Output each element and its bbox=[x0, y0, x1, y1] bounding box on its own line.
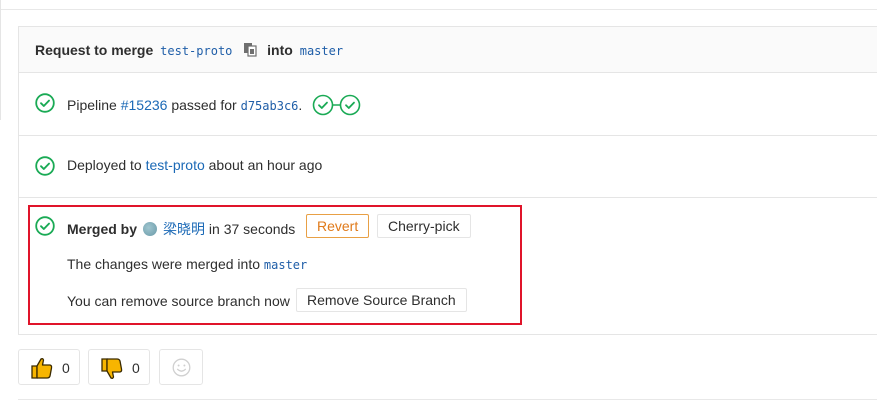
side-divider bbox=[0, 0, 1, 120]
clipboard-icon[interactable] bbox=[243, 42, 257, 60]
commit-link[interactable]: d75ab3c6 bbox=[241, 99, 299, 113]
merge-title-prefix: Request to merge bbox=[35, 42, 154, 58]
deploy-prefix: Deployed to bbox=[67, 157, 142, 173]
pipeline-row: Pipeline #15236 passed for d75ab3c6. bbox=[19, 73, 877, 136]
merged-by-text: Merged by 梁晓明 in 37 seconds bbox=[67, 219, 295, 239]
smiley-icon bbox=[172, 358, 191, 380]
pipeline-link[interactable]: #15236 bbox=[121, 97, 168, 113]
changes-merged-label: The changes were merged into bbox=[67, 256, 260, 272]
merge-title-into: into bbox=[267, 42, 293, 58]
check-circle-icon bbox=[35, 216, 55, 239]
merged-by-label: Merged by bbox=[67, 221, 138, 237]
thumbs-down-count: 0 bbox=[132, 360, 140, 376]
thumbs-up-icon bbox=[30, 356, 54, 383]
remove-source-branch-button[interactable]: Remove Source Branch bbox=[296, 288, 467, 312]
cherry-pick-button[interactable]: Cherry-pick bbox=[377, 214, 471, 238]
merge-user-link[interactable]: 梁晓明 bbox=[163, 221, 205, 237]
pipeline-prefix: Pipeline bbox=[67, 97, 117, 114]
add-emoji-button[interactable] bbox=[159, 349, 203, 385]
thumbs-down-award-button[interactable]: 0 bbox=[88, 349, 150, 385]
changes-merged-text: The changes were merged into master bbox=[67, 256, 307, 272]
source-branch[interactable]: test-proto bbox=[160, 44, 232, 58]
pipeline-stage-icon[interactable] bbox=[312, 94, 362, 119]
check-circle-icon bbox=[35, 156, 55, 179]
environment-link[interactable]: test-proto bbox=[146, 157, 205, 173]
thumbs-down-icon bbox=[100, 357, 124, 384]
widget-header: Request to merge test-proto into master bbox=[19, 27, 877, 73]
merge-request-widget: Request to merge test-proto into master … bbox=[18, 26, 877, 335]
deploy-time: about an hour ago bbox=[208, 157, 323, 173]
pipeline-status-text: Pipeline #15236 passed for d75ab3c6. bbox=[67, 94, 362, 119]
merge-request-title: Request to merge test-proto into master bbox=[35, 42, 346, 60]
avatar[interactable] bbox=[143, 222, 158, 236]
pipeline-suffix: . bbox=[298, 97, 303, 114]
revert-button[interactable]: Revert bbox=[306, 214, 370, 238]
thumbs-up-award-button[interactable]: 0 bbox=[18, 349, 80, 385]
pipeline-middle: passed for bbox=[171, 97, 237, 114]
thumbs-up-count: 0 bbox=[62, 360, 70, 376]
remove-branch-text: You can remove source branch now bbox=[67, 293, 290, 309]
bottom-divider bbox=[18, 399, 877, 400]
check-circle-icon[interactable] bbox=[35, 93, 55, 116]
merged-target-branch[interactable]: master bbox=[264, 258, 307, 272]
deployment-row: Deployed to test-proto about an hour ago bbox=[19, 136, 877, 198]
merged-section: Merged by 梁晓明 in 37 seconds Revert Cherry… bbox=[19, 198, 877, 333]
target-branch[interactable]: master bbox=[300, 44, 343, 58]
merge-duration: in 37 seconds bbox=[208, 221, 296, 237]
deployment-status-text: Deployed to test-proto about an hour ago bbox=[67, 157, 322, 173]
top-divider bbox=[0, 9, 877, 10]
